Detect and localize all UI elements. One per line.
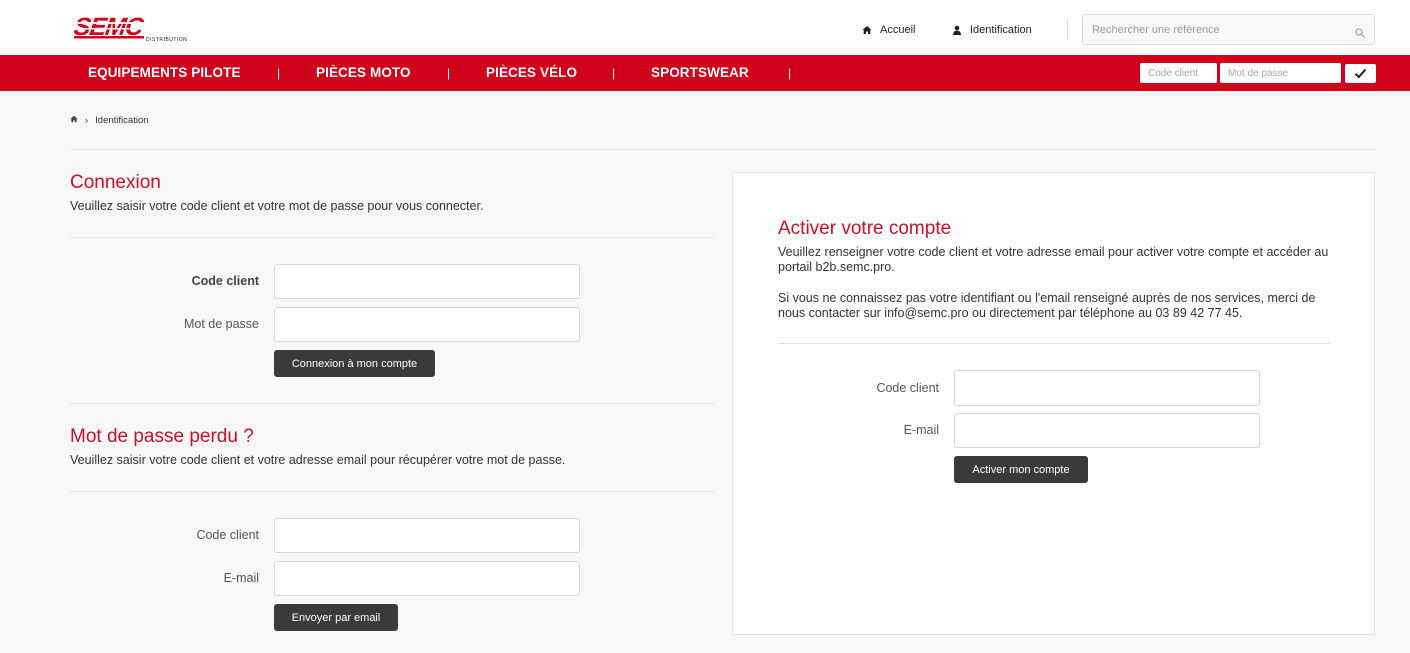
- search-box: [1082, 14, 1375, 45]
- search-input[interactable]: [1083, 15, 1345, 44]
- activate-code-input[interactable]: [954, 370, 1260, 406]
- divider: [70, 237, 714, 238]
- search-icon[interactable]: [1355, 25, 1365, 38]
- connexion-code-input[interactable]: [274, 264, 580, 299]
- breadcrumb: › Identification: [70, 114, 149, 126]
- nav-separator: |: [612, 66, 616, 80]
- lost-code-input[interactable]: [274, 518, 580, 553]
- nav-pieces-velo[interactable]: PIÈCES VÉLO: [486, 55, 577, 91]
- lost-code-label: Code client: [196, 528, 259, 542]
- home-link[interactable]: Accueil: [862, 22, 915, 38]
- home-link-label: Accueil: [880, 24, 916, 36]
- quick-login-password-input[interactable]: [1220, 63, 1341, 83]
- home-icon: [862, 25, 872, 35]
- breadcrumb-current: Identification: [95, 114, 149, 126]
- connexion-password-input[interactable]: [274, 307, 580, 342]
- lost-email-input[interactable]: [274, 561, 580, 596]
- connexion-code-label: Code client: [191, 274, 259, 288]
- identification-link[interactable]: Identification: [952, 22, 1032, 38]
- user-icon: [952, 25, 962, 35]
- divider: [70, 149, 1376, 150]
- divider: [70, 403, 714, 404]
- activate-title: Activer votre compte: [778, 218, 952, 239]
- breadcrumb-separator: ›: [85, 114, 89, 126]
- nav-sportswear[interactable]: SPORTSWEAR: [651, 55, 749, 91]
- lost-email-label: E-mail: [223, 571, 259, 585]
- quick-login-code-input[interactable]: [1140, 63, 1217, 83]
- nav-separator: |: [788, 66, 792, 80]
- activate-email-input[interactable]: [954, 413, 1260, 448]
- connexion-submit-button[interactable]: Connexion à mon compte: [274, 350, 435, 377]
- activate-email-label: E-mail: [903, 423, 939, 437]
- divider: [70, 491, 714, 492]
- activate-description: Veuillez renseigner votre code client et…: [778, 245, 1329, 274]
- nav-pieces-moto[interactable]: PIÈCES MOTO: [316, 55, 411, 91]
- identification-link-label: Identification: [970, 24, 1032, 36]
- connexion-password-label: Mot de passe: [183, 317, 259, 331]
- divider: [778, 343, 1330, 344]
- connexion-title: Connexion: [70, 172, 161, 193]
- lost-password-title: Mot de passe perdu ?: [70, 426, 254, 447]
- nav-equipements-pilote[interactable]: EQUIPEMENTS PILOTE: [88, 55, 241, 91]
- lost-password-description: Veuillez saisir votre code client et vot…: [70, 453, 566, 467]
- nav-separator: |: [447, 66, 451, 80]
- svg-text:DISTRIBUTION: DISTRIBUTION: [146, 37, 187, 43]
- breadcrumb-home-icon[interactable]: [70, 115, 78, 126]
- activate-contact-info: Si vous ne connaissez pas votre identifi…: [778, 291, 1316, 320]
- checkmark-icon: [1354, 68, 1367, 79]
- top-header: SEMC DISTRIBUTION Accueil Identification: [0, 0, 1410, 55]
- connexion-description: Veuillez saisir votre code client et vot…: [70, 199, 484, 213]
- nav-separator: |: [277, 66, 281, 80]
- quick-login-submit-button[interactable]: [1345, 64, 1376, 83]
- semc-logo[interactable]: SEMC DISTRIBUTION: [74, 14, 202, 44]
- activate-submit-button[interactable]: Activer mon compte: [954, 456, 1088, 483]
- lost-submit-button[interactable]: Envoyer par email: [274, 604, 398, 631]
- header-divider: [1067, 18, 1068, 40]
- activate-code-label: Code client: [876, 381, 939, 395]
